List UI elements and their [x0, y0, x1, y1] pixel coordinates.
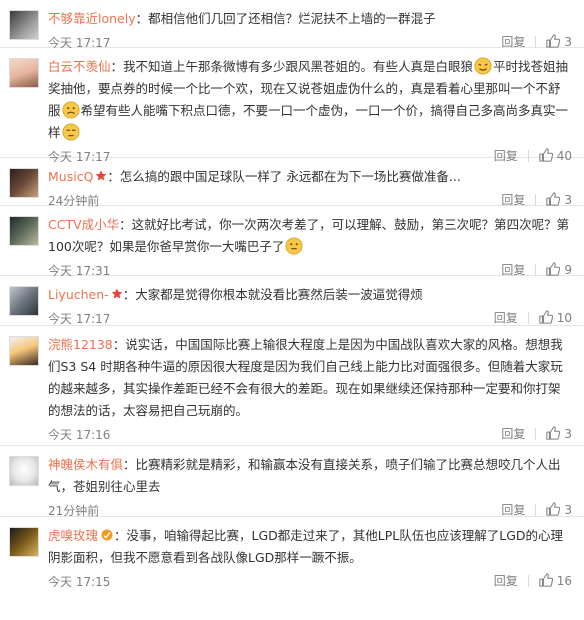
comment-item: 浣熊12138：说实话，中国国际比赛上输很大程度上是因为中国战队喜欢大家的风格。… [0, 326, 584, 446]
avatar[interactable] [9, 10, 39, 40]
thumbs-up-icon [546, 502, 561, 516]
thumbs-up-icon [539, 573, 553, 587]
star-badge-icon [111, 288, 122, 299]
comment-text: 不够靠近lonely：都相信他们几回了还相信？烂泥扶不上墙的一群混子 [48, 11, 436, 26]
comment-item: 神魄侯木有俱：比赛精彩就是精彩，和输赢本没有直接关系，喷子们输了比赛总想咬几个人… [0, 446, 584, 518]
comment-text: 神魄侯木有俱：比赛精彩就是精彩，和输赢本没有直接关系，喷子们输了比赛总想咬几个人… [48, 457, 561, 494]
avatar[interactable] [9, 336, 39, 366]
like-count: 10 [556, 311, 572, 326]
comment-item: MusicQ ：怎么搞的跟中国足球队一样了 永远都在为下一场比赛做准备... 24… [0, 158, 584, 208]
comment-text: 虎嗅玫瑰 ：没事，咱输得起比赛，LGD都走过来了，其他LPL队伍也应该理解了LGD… [48, 528, 564, 565]
divider [535, 427, 537, 440]
comment-body: 大家都是觉得你根本就没看比赛然后装一波逼觉得烦 [135, 287, 423, 302]
comment-text: CCTV成小华：这就好比考试，你一次两次考差了，可以理解、鼓励，第三次呢？第四次… [48, 217, 570, 255]
divider [527, 574, 529, 587]
avatar[interactable] [9, 286, 39, 316]
emoji-icon [61, 101, 80, 119]
emoji-icon [474, 57, 492, 75]
reply-button[interactable]: 回复 [501, 501, 525, 518]
thumbs-up-icon [546, 426, 561, 440]
badge-icon [101, 529, 113, 541]
comment-body: 说实话，中国国际比赛上输很大程度上是因为中国战队喜欢大家的风格。想想我们S3 S… [48, 337, 563, 418]
thumbs-up-icon [539, 310, 553, 324]
divider [527, 311, 529, 324]
comment-actions: 回复 10 [494, 309, 572, 326]
like-count: 3 [564, 427, 572, 442]
avatar[interactable] [9, 456, 39, 486]
comment-text: MusicQ ：怎么搞的跟中国足球队一样了 永远都在为下一场比赛做准备... [48, 169, 461, 184]
comment-text: Liyuchen- ：大家都是觉得你根本就没看比赛然后装一波逼觉得烦 [48, 287, 423, 302]
like-count: 16 [556, 574, 572, 589]
comment-meta: 今天 17:16 回复 3 [48, 422, 572, 448]
emoji-icon [285, 237, 303, 255]
avatar[interactable] [9, 216, 39, 246]
like-count: 3 [564, 503, 572, 518]
comment-text: 白云不羡仙：我不知道上午那条微博有多少跟风黑苍姐的。有些人真是白眼狼 平时找苍姐抽… [48, 57, 569, 141]
like-button[interactable]: 9 [546, 262, 572, 277]
comment-actions: 回复 16 [494, 572, 572, 589]
comment-username[interactable]: CCTV成小华 [48, 217, 119, 232]
thumbs-up-icon [546, 262, 561, 276]
reply-button[interactable]: 回复 [494, 572, 518, 589]
comment-time: 今天 17:15 [48, 575, 111, 589]
divider [535, 35, 537, 48]
reply-button[interactable]: 回复 [494, 309, 518, 326]
comment-text: 浣熊12138：说实话，中国国际比赛上输很大程度上是因为中国战队喜欢大家的风格。… [48, 337, 563, 418]
like-button[interactable]: 10 [539, 310, 572, 326]
star-badge-icon [96, 170, 107, 181]
comment-username[interactable]: 白云不羡仙 [48, 59, 111, 74]
comment-meta: 今天 17:15 回复 16 [48, 569, 572, 595]
thumbs-up-icon [546, 192, 561, 206]
avatar[interactable] [9, 527, 39, 557]
divider [535, 263, 537, 276]
comment-body: 希望有些人能嘴下积点口德，不要一口一个虚伪，一口一个价，搞得自己多高尚多真实一样 [48, 103, 569, 140]
like-button[interactable]: 16 [539, 573, 572, 589]
divider [535, 193, 537, 206]
reply-button[interactable]: 回复 [501, 425, 525, 442]
comment-body: 怎么搞的跟中国足球队一样了 永远都在为下一场比赛做准备... [119, 169, 461, 184]
comment-username[interactable]: 神魄侯木有俱 [48, 457, 123, 472]
comment-body: 都相信他们几回了还相信？烂泥扶不上墙的一群混子 [148, 11, 436, 26]
comment-username[interactable]: 不够靠近lonely [48, 11, 136, 26]
like-button[interactable]: 3 [546, 426, 572, 442]
comment-item: Liyuchen- ：大家都是觉得你根本就没看比赛然后装一波逼觉得烦 今天 17:… [0, 276, 584, 326]
comment-body: 我不知道上午那条微博有多少跟风黑苍姐的。有些人真是白眼狼 [123, 59, 474, 74]
thumbs-up-icon [546, 34, 561, 48]
like-button[interactable]: 3 [546, 34, 572, 49]
comment-item: 白云不羡仙：我不知道上午那条微博有多少跟风黑苍姐的。有些人真是白眼狼 平时找苍姐抽… [0, 48, 584, 164]
avatar[interactable] [9, 168, 39, 198]
comment-time: 今天 17:16 [48, 428, 111, 442]
comment-actions: 回复 3 [501, 425, 572, 442]
comment-list: 不够靠近lonely：都相信他们几回了还相信？烂泥扶不上墙的一群混子 今天 17… [0, 0, 584, 595]
comment-item: 虎嗅玫瑰 ：没事，咱输得起比赛，LGD都走过来了，其他LPL队伍也应该理解了LGD… [0, 517, 584, 595]
avatar[interactable] [9, 58, 39, 88]
comment-item: 不够靠近lonely：都相信他们几回了还相信？烂泥扶不上墙的一群混子 今天 17… [0, 0, 584, 50]
like-button[interactable]: 3 [546, 502, 572, 518]
comment-username[interactable]: Liyuchen- [48, 287, 109, 302]
comment-item: CCTV成小华：这就好比考试，你一次两次考差了，可以理解、鼓励，第三次呢？第四次… [0, 206, 584, 278]
comment-actions: 回复 3 [501, 501, 572, 518]
comment-username[interactable]: MusicQ [48, 169, 93, 184]
comment-time: 今天 17:17 [48, 312, 111, 326]
comment-username[interactable]: 虎嗅玫瑰 [48, 528, 98, 543]
divider [535, 503, 537, 516]
like-button[interactable]: 3 [546, 192, 572, 207]
comment-username[interactable]: 浣熊12138 [48, 337, 113, 352]
emoji-icon [61, 123, 80, 141]
